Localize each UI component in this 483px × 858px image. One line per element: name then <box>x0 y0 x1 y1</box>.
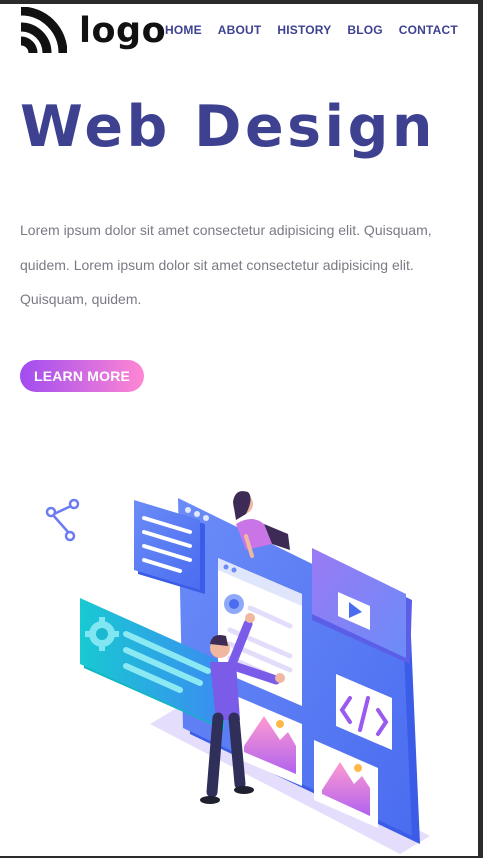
nav-blog[interactable]: BLOG <box>347 23 382 37</box>
nav-contact[interactable]: CONTACT <box>399 23 458 37</box>
hero-title: Web Design <box>20 94 436 160</box>
site-logo[interactable]: logo <box>19 6 166 56</box>
nav-home[interactable]: HOME <box>165 23 202 37</box>
hero-text: Lorem ipsum dolor sit amet consectetur a… <box>20 222 432 307</box>
nav-history[interactable]: HISTORY <box>277 23 331 37</box>
main-nav: HOME ABOUT HISTORY BLOG CONTACT <box>165 23 458 37</box>
nav-about[interactable]: ABOUT <box>218 23 262 37</box>
page: logo HOME ABOUT HISTORY BLOG CONTACT Web… <box>0 4 478 856</box>
web-design-illustration <box>45 491 430 854</box>
wifi-arcs-icon <box>20 7 67 54</box>
share-icon <box>45 498 80 542</box>
learn-more-button[interactable]: LEARN MORE <box>20 360 144 392</box>
logo-text: logo <box>79 10 167 51</box>
